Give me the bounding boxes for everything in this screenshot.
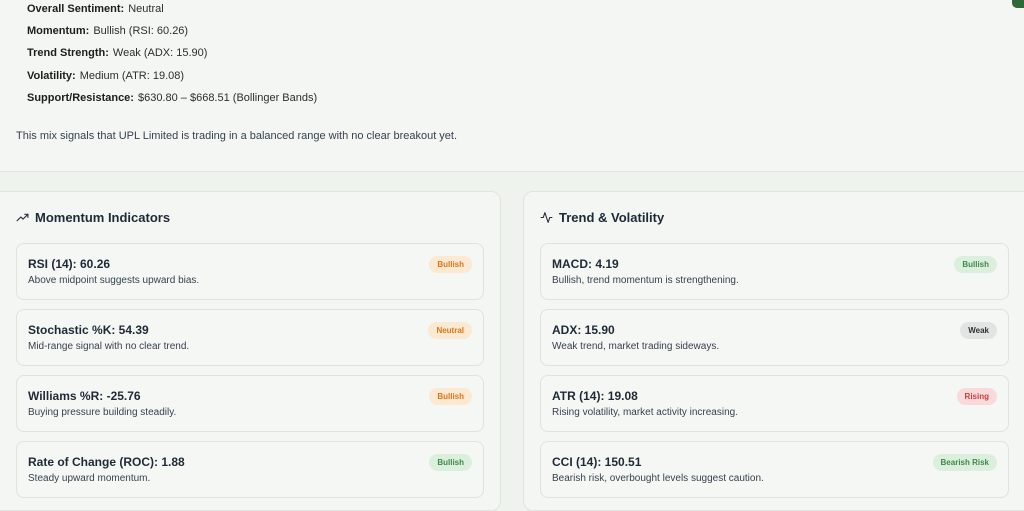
overall-sentiment-label: Overall Sentiment: [27, 3, 125, 15]
support-resistance-value: $630.80 – $668.51 (Bollinger Bands) [137, 92, 318, 104]
indicator-description: Bearish risk, overbought levels suggest … [552, 473, 764, 484]
sentiment-summary: Overall Sentiment: Neutral Momentum: Bulli… [0, 0, 1024, 172]
summary-conclusion: This mix signals that UPL Limited is tra… [16, 130, 458, 142]
status-badge: Bullish [429, 388, 472, 405]
indicator-description: Mid-range signal with no clear trend. [28, 341, 190, 352]
indicator-card-stochastic[interactable]: Stochastic %K: 54.39 Mid-range signal wi… [16, 309, 484, 366]
indicator-description: Buying pressure building steadily. [28, 407, 177, 418]
indicator-card-macd[interactable]: MACD: 4.19 Bullish, trend momentum is st… [540, 243, 1009, 300]
trend-strength-row: Trend Strength: Weak (ADX: 15.90) [27, 47, 207, 59]
indicator-name: Stochastic %K: 54.39 [28, 323, 149, 337]
status-badge: Rising [956, 388, 997, 405]
volatility-row: Volatility: Medium (ATR: 19.08) [27, 70, 184, 82]
momentum-label: Momentum: [27, 25, 90, 37]
status-badge: Bullish [954, 256, 997, 273]
indicator-card-atr[interactable]: ATR (14): 19.08 Rising volatility, marke… [540, 375, 1009, 432]
trend-panel-title: Trend & Volatility [559, 210, 665, 225]
momentum-value: Bullish (RSI: 60.26) [93, 25, 189, 37]
trend-panel-header: Trend & Volatility [540, 210, 664, 225]
overall-sentiment-value: Neutral [128, 3, 164, 15]
indicator-name: Williams %R: -25.76 [28, 389, 141, 403]
indicator-name: ADX: 15.90 [552, 323, 615, 337]
indicator-card-rsi[interactable]: RSI (14): 60.26 Above midpoint suggests … [16, 243, 484, 300]
indicator-card-roc[interactable]: Rate of Change (ROC): 1.88 Steady upward… [16, 441, 484, 498]
indicator-card-adx[interactable]: ADX: 15.90 Weak trend, market trading si… [540, 309, 1009, 366]
volatility-value: Medium (ATR: 19.08) [79, 70, 185, 82]
activity-icon [540, 212, 553, 223]
indicator-description: Above midpoint suggests upward bias. [28, 275, 200, 286]
momentum-panel-title: Momentum Indicators [35, 210, 171, 225]
indicator-name: ATR (14): 19.08 [552, 389, 638, 403]
momentum-indicators-panel: Momentum Indicators RSI (14): 60.26 Abov… [0, 191, 501, 511]
indicator-name: CCI (14): 150.51 [552, 455, 642, 469]
momentum-row: Momentum: Bullish (RSI: 60.26) [27, 25, 188, 37]
status-badge: Bullish [429, 256, 472, 273]
trend-strength-label: Trend Strength: [27, 47, 109, 59]
indicator-name: Rate of Change (ROC): 1.88 [28, 455, 185, 469]
indicator-description: Steady upward momentum. [28, 473, 151, 484]
status-badge: Bearish Risk [932, 454, 997, 471]
indicator-name: RSI (14): 60.26 [28, 257, 111, 271]
status-badge: Weak [960, 322, 997, 339]
support-resistance-row: Support/Resistance: $630.80 – $668.51 (Bo… [27, 92, 317, 104]
indicator-description: Rising volatility, market activity incre… [552, 407, 738, 418]
indicator-name: MACD: 4.19 [552, 257, 619, 271]
indicator-card-cci[interactable]: CCI (14): 150.51 Bearish risk, overbough… [540, 441, 1009, 498]
indicator-description: Bullish, trend momentum is strengthening… [552, 275, 739, 286]
corner-action-button[interactable] [1012, 0, 1024, 8]
volatility-label: Volatility: [27, 70, 76, 82]
trending-up-icon [16, 213, 29, 222]
status-badge: Bullish [429, 454, 472, 471]
indicator-card-williams[interactable]: Williams %R: -25.76 Buying pressure buil… [16, 375, 484, 432]
support-resistance-label: Support/Resistance: [27, 92, 134, 104]
trend-volatility-panel: Trend & Volatility MACD: 4.19 Bullish, t… [523, 191, 1024, 511]
status-badge: Neutral [428, 322, 472, 339]
trend-strength-value: Weak (ADX: 15.90) [112, 47, 208, 59]
indicator-description: Weak trend, market trading sideways. [552, 341, 720, 352]
momentum-panel-header: Momentum Indicators [16, 210, 170, 225]
overall-sentiment-row: Overall Sentiment: Neutral [27, 3, 164, 15]
